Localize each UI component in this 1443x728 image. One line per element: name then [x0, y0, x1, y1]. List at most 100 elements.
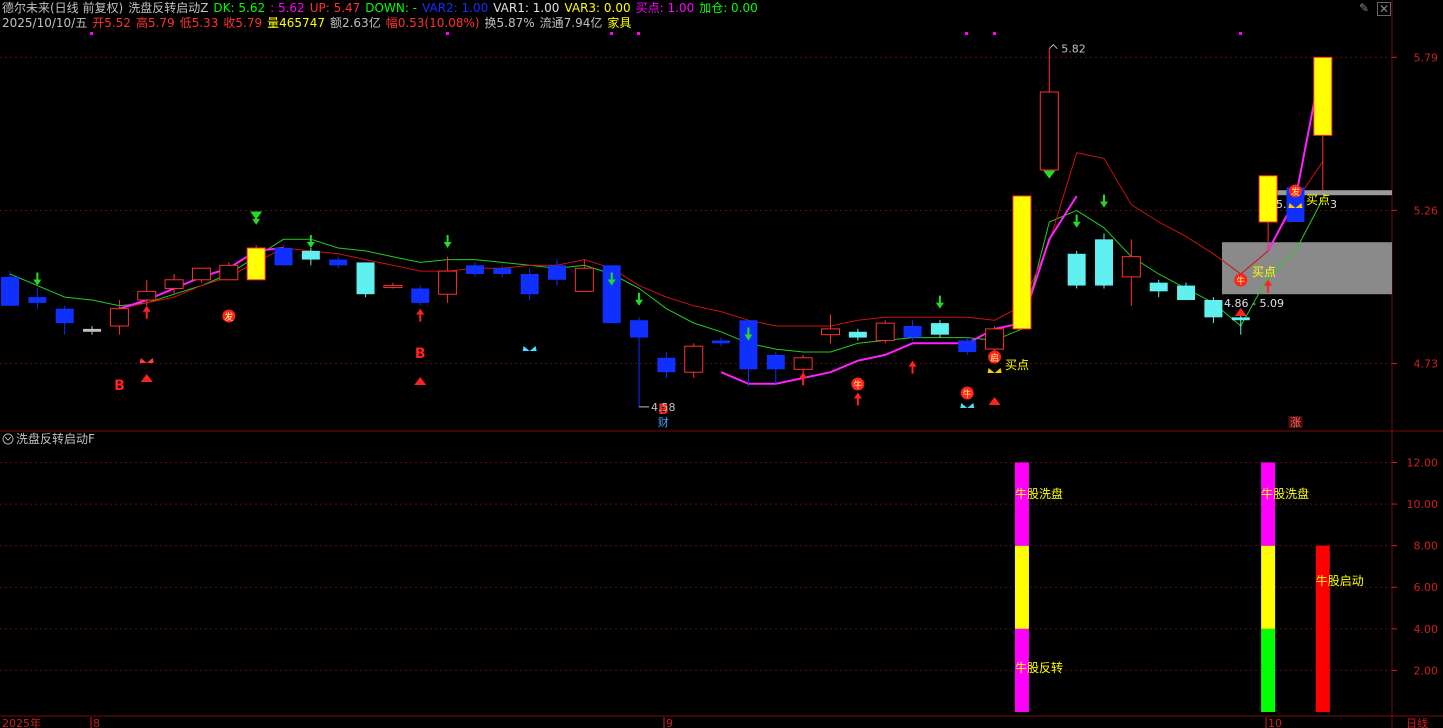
- candle-body-43: [1177, 285, 1196, 300]
- candle-body-40: [1095, 239, 1113, 286]
- qi-icon-1-text: 启: [990, 352, 999, 364]
- candle-body-30: [821, 328, 840, 336]
- candle-body-46: [1258, 175, 1278, 223]
- candle-body-29: [793, 357, 813, 370]
- up-arrow-icon-0: [142, 305, 151, 319]
- down-arrow-icon-0: [33, 272, 42, 286]
- top-dot-5: [993, 32, 996, 35]
- butterfly-icon-3: [987, 368, 1002, 378]
- line2-item-4: 收5.79: [223, 16, 263, 30]
- candle-body-26: [712, 340, 731, 344]
- butterfly-icon-2: [960, 403, 975, 413]
- candle-body-11: [301, 250, 320, 260]
- up-arrow-icon-4: [908, 360, 917, 374]
- line2-item-0: 2025/10/10/五: [2, 16, 88, 30]
- line2-item-1: 开5.52: [92, 16, 131, 30]
- candle-body-39: [1067, 253, 1086, 286]
- candle-body-0: [1, 276, 19, 306]
- candle-body-41: [1121, 256, 1141, 278]
- top-dot-3: [637, 32, 640, 35]
- x-axis-label-2: 9: [666, 717, 673, 728]
- top-dot-0: [90, 32, 93, 35]
- candle-body-21: [574, 267, 594, 292]
- candle-body-17: [465, 265, 484, 274]
- zhang-marker: 涨: [1290, 416, 1301, 429]
- partial-label: 5.: [1276, 198, 1287, 211]
- annotation-labels: 5.824.584.86 - 5.095. 3买点买点买点财涨: [90, 32, 1337, 429]
- high-label: 5.82: [1061, 43, 1086, 56]
- indicator-bar-1-0: [1261, 628, 1276, 712]
- price-axis: 5.79 5.26 4.73 12.00 10.00 8.00 6.00 4.00 2.00 20…: [2, 51, 1438, 728]
- candle-body-42: [1149, 282, 1168, 292]
- price-label-2: 4.73: [1414, 358, 1439, 371]
- candle-body-34: [930, 323, 949, 335]
- candle-body-13: [356, 262, 375, 295]
- candle-body-44: [1204, 300, 1223, 318]
- candle-body-15: [411, 288, 430, 303]
- candle-body-35: [958, 340, 977, 352]
- ind-label-2: 8.00: [1414, 540, 1439, 553]
- triangle-down-icon-0: [250, 211, 263, 220]
- candle-body-24: [657, 357, 676, 373]
- candle-body-28: [766, 354, 785, 370]
- candle-body-48: [1313, 56, 1333, 136]
- ind-label-3: 6.00: [1414, 581, 1439, 594]
- line1-item-8: VAR3: 0.00: [564, 1, 631, 15]
- candle-body-9: [246, 247, 266, 281]
- line1-item-3: : 5.62: [270, 1, 305, 15]
- candle-body-32: [875, 322, 895, 341]
- candle-body-20: [548, 265, 566, 280]
- line2-item-3: 低5.33: [179, 16, 219, 30]
- line2-item-8: 换5.87%: [484, 16, 535, 30]
- sub-label-niugu-qidong: 牛股启动: [1316, 573, 1364, 588]
- candle-body-33: [903, 326, 922, 338]
- line2-item-2: 高5.79: [135, 16, 175, 30]
- candle-body-18: [493, 268, 512, 274]
- top-dot-4: [965, 32, 968, 35]
- down-arrow-icon-2: [306, 235, 315, 248]
- indicator-values-row: 德尔未来(日线 前复权) 洗盘反转启动Z DK: 5.62: 5.62 UP: 5.4…: [2, 1, 763, 16]
- kline-chart[interactable]: BBB发发牛牛牛启 牛股洗盘牛股反转牛股洗盘牛股启动 5.795.264.731…: [0, 0, 1443, 728]
- niu-icon-3-text: 牛: [1236, 275, 1245, 287]
- buy-label-2: 买点: [1252, 265, 1276, 279]
- candle-body-25: [684, 345, 704, 373]
- ind-label-1: 10.00: [1407, 498, 1439, 511]
- candle-body-10: [274, 248, 293, 266]
- candle-body-16: [438, 270, 458, 295]
- candle-body-3: [83, 328, 102, 332]
- collapse-icon: [2, 433, 14, 445]
- x-axis-label-3: 10: [1268, 717, 1282, 728]
- grid-lines: [0, 0, 1443, 728]
- candle-body-19: [520, 274, 539, 295]
- down-arrow-icon-5: [635, 292, 644, 306]
- line2-item-6: 额2.63亿: [329, 16, 381, 30]
- indicator-bar-1-1: [1261, 545, 1276, 629]
- triangle-up-icon-0: [140, 374, 153, 382]
- line1-item-9: 买点: 1.00: [635, 1, 695, 15]
- line1-item-2: DK: 5.62: [213, 1, 266, 15]
- indicator-bar-2-0: [1315, 545, 1330, 712]
- candle-body-14: [383, 285, 403, 289]
- candle-body-36: [985, 328, 1005, 350]
- line1-item-1: 洗盘反转启动Z: [128, 1, 209, 15]
- up-arrow-icon-1: [416, 308, 425, 322]
- line1-item-4: UP: 5.47: [309, 1, 361, 15]
- ind-label-5: 2.00: [1414, 664, 1439, 677]
- buy-label-3: 买点: [1306, 193, 1330, 207]
- candle-body-7: [191, 267, 211, 281]
- sub-label-niugu-xipan-2: 牛股洗盘: [1261, 486, 1309, 501]
- price-label-0: 5.79: [1414, 51, 1439, 64]
- down-arrow-icon-9: [1100, 194, 1108, 208]
- x-axis-label-0: 2025年: [2, 716, 41, 728]
- x-axis-label-1: 8: [93, 717, 100, 728]
- cai-marker: 财: [658, 415, 669, 429]
- quote-summary-row: 2025/10/10/五 开5.52 高5.79 低5.33 收5.79 量465747 额…: [2, 16, 636, 31]
- sub-label-niugu-xipan-1: 牛股洗盘: [1015, 486, 1063, 501]
- candle-body-8: [219, 264, 239, 281]
- candle-body-2: [55, 308, 74, 324]
- price-label-1: 5.26: [1414, 204, 1439, 217]
- x-axis-label-4: 日线: [1406, 716, 1428, 728]
- candle-body-45: [1231, 317, 1250, 321]
- butterfly-icon-1: [522, 346, 537, 356]
- niu-icon-1-text: 牛: [853, 379, 862, 391]
